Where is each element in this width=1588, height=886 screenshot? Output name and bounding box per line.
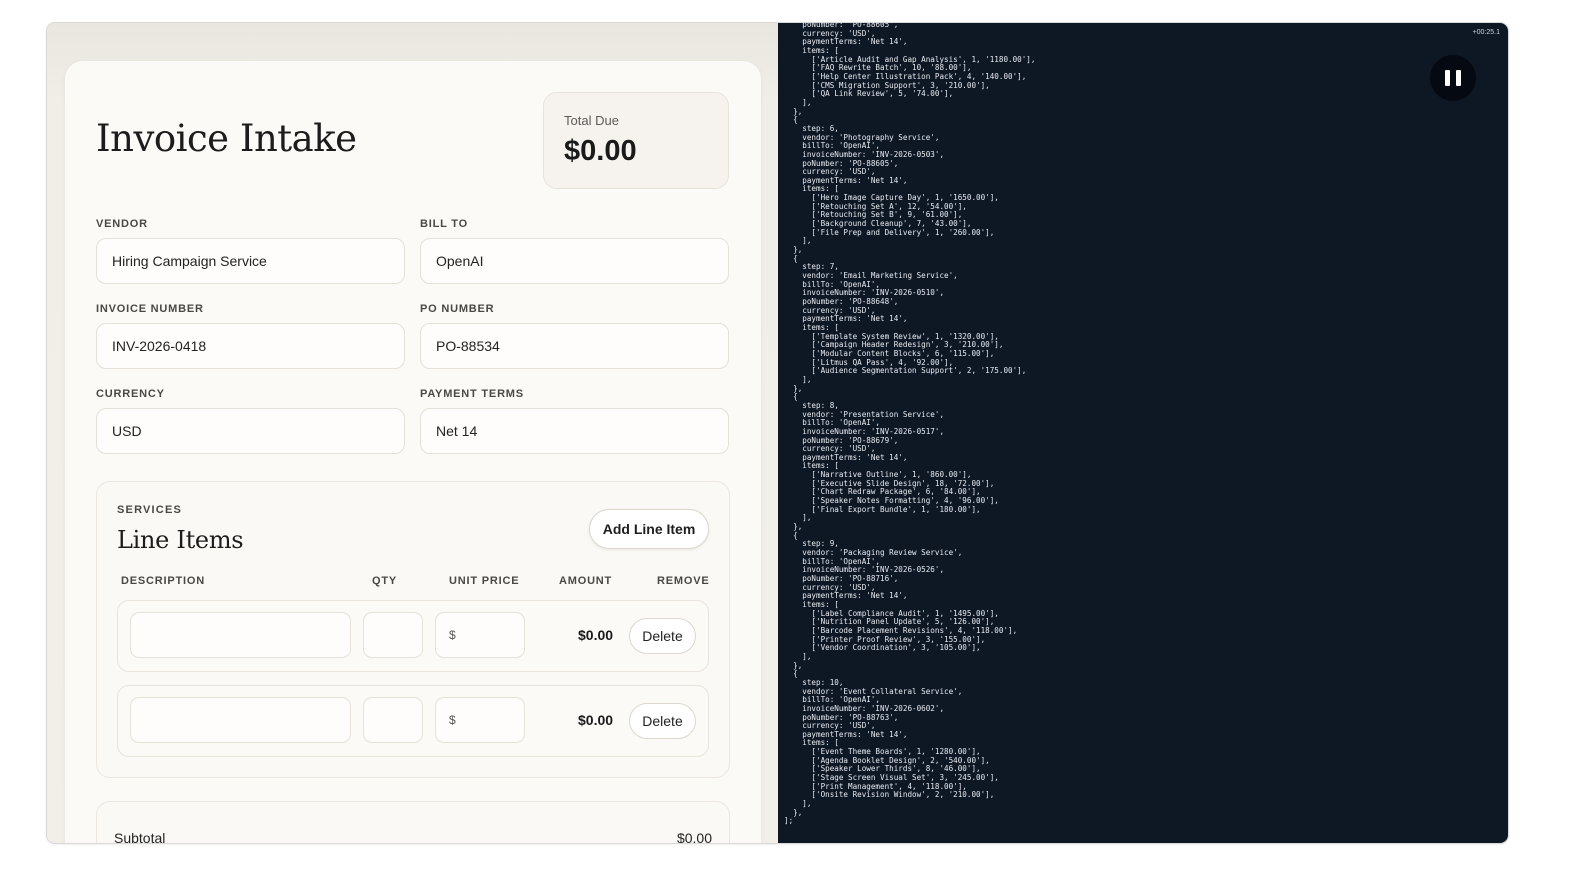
payment-terms-field[interactable]: Net 14 — [420, 408, 729, 454]
total-due-card: Total Due $0.00 — [543, 92, 729, 189]
column-remove: REMOVE — [657, 575, 710, 587]
services-section: SERVICES Line Items Add Line Item DESCRI… — [96, 481, 730, 778]
console-panel: poNumber: 'PO-88605', currency: 'USD', p… — [778, 23, 1508, 843]
subtotal-value: $0.00 — [676, 830, 712, 843]
qty-input[interactable] — [363, 612, 423, 658]
delete-line-button[interactable]: Delete — [629, 618, 696, 654]
description-input[interactable] — [130, 697, 351, 743]
add-line-item-button[interactable]: Add Line Item — [589, 509, 709, 549]
qty-input[interactable] — [363, 697, 423, 743]
currency-field[interactable]: USD — [96, 408, 405, 454]
column-description: DESCRIPTION — [121, 575, 205, 587]
services-eyebrow: SERVICES — [117, 504, 183, 516]
code-output: poNumber: 'PO-88605', currency: 'USD', p… — [784, 23, 1036, 826]
line-items-title: Line Items — [117, 526, 244, 554]
column-qty: QTY — [372, 575, 398, 587]
po-number-field[interactable]: PO-88534 — [420, 323, 729, 369]
vendor-label: VENDOR — [96, 218, 148, 230]
description-input[interactable] — [130, 612, 351, 658]
currency-prefix: $ — [449, 713, 456, 727]
column-unit-price: UNIT PRICE — [449, 575, 520, 587]
column-amount: AMOUNT — [559, 575, 613, 587]
invoice-number-field[interactable]: INV-2026-0418 — [96, 323, 405, 369]
pause-button[interactable] — [1430, 55, 1476, 101]
total-due-value: $0.00 — [564, 135, 637, 167]
summary-section: Subtotal $0.00 — [96, 801, 730, 843]
line-item-row: $ $0.00 Delete — [117, 685, 709, 757]
total-due-label: Total Due — [564, 113, 619, 128]
vendor-field[interactable]: Hiring Campaign Service — [96, 238, 405, 284]
subtotal-label: Subtotal — [114, 830, 166, 843]
line-amount: $0.00 — [578, 627, 614, 643]
recording-timer: +00:25.1 — [1472, 29, 1500, 36]
payment-terms-label: PAYMENT TERMS — [420, 388, 524, 400]
delete-line-button[interactable]: Delete — [629, 703, 696, 739]
po-number-label: PO NUMBER — [420, 303, 495, 315]
unit-price-input[interactable]: $ — [435, 697, 525, 743]
currency-prefix: $ — [449, 628, 456, 642]
app-window: Invoice Intake Total Due $0.00 VENDOR Hi… — [47, 23, 1508, 843]
currency-label: CURRENCY — [96, 388, 165, 400]
unit-price-input[interactable]: $ — [435, 612, 525, 658]
bill-to-label: BILL TO — [420, 218, 468, 230]
page-title: Invoice Intake — [96, 117, 357, 160]
invoice-card: Invoice Intake Total Due $0.00 VENDOR Hi… — [65, 61, 761, 843]
line-amount: $0.00 — [578, 712, 614, 728]
invoice-number-label: INVOICE NUMBER — [96, 303, 204, 315]
bill-to-field[interactable]: OpenAI — [420, 238, 729, 284]
invoice-form-panel: Invoice Intake Total Due $0.00 VENDOR Hi… — [47, 23, 778, 843]
line-item-row: $ $0.00 Delete — [117, 600, 709, 672]
